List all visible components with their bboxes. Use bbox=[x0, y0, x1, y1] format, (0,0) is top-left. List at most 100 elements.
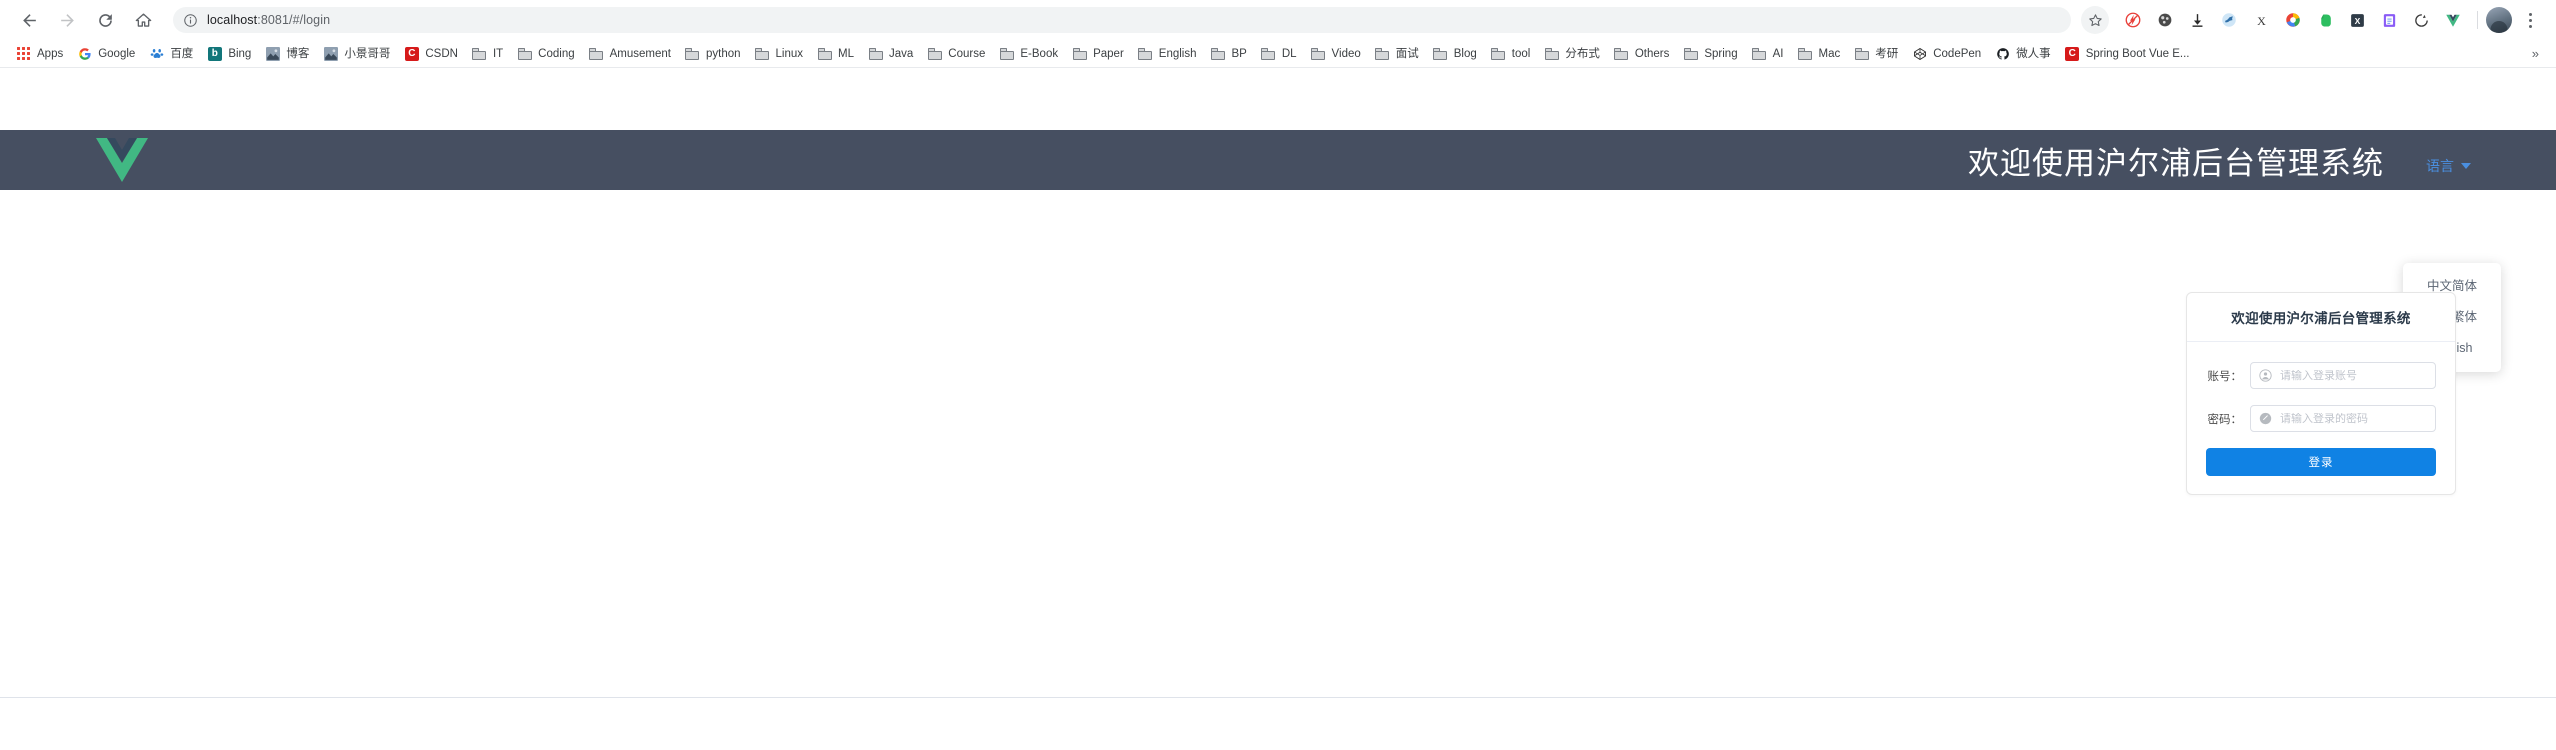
bookmark-folder-ai[interactable]: AI bbox=[1745, 43, 1791, 65]
extension-icons: X X bbox=[2081, 4, 2544, 36]
bird-extension-icon[interactable] bbox=[2213, 4, 2245, 36]
bookmark-label: CSDN bbox=[425, 47, 458, 60]
csdn-icon: C bbox=[404, 46, 419, 61]
bookmark-baidu[interactable]: 百度 bbox=[142, 43, 200, 65]
bookmark-folder-spring[interactable]: Spring bbox=[1676, 43, 1744, 65]
download-icon[interactable] bbox=[2181, 4, 2213, 36]
folder-icon bbox=[1491, 46, 1506, 61]
bookmark-folder-ebook[interactable]: E-Book bbox=[992, 43, 1065, 65]
folder-icon bbox=[517, 46, 532, 61]
svg-text:X: X bbox=[2257, 13, 2266, 27]
bookmark-folder-mac[interactable]: Mac bbox=[1790, 43, 1847, 65]
flash-block-icon[interactable] bbox=[2117, 4, 2149, 36]
folder-icon bbox=[1072, 46, 1087, 61]
bookmark-label: Bing bbox=[228, 47, 252, 60]
password-row: 密码： bbox=[2206, 405, 2436, 432]
folder-icon bbox=[1311, 46, 1326, 61]
home-button[interactable] bbox=[126, 3, 160, 37]
account-input[interactable] bbox=[2280, 369, 2427, 382]
sync-extension-icon[interactable] bbox=[2405, 4, 2437, 36]
bookmark-weirenshi[interactable]: 微人事 bbox=[1988, 43, 2058, 65]
bookmark-folder-it[interactable]: IT bbox=[465, 43, 510, 65]
evernote-icon[interactable] bbox=[2309, 4, 2341, 36]
login-card-title: 欢迎使用沪尔浦后台管理系统 bbox=[2231, 311, 2411, 326]
chrome-menu-button[interactable] bbox=[2516, 6, 2544, 34]
site-info-icon[interactable] bbox=[183, 13, 198, 28]
bookmark-codepen[interactable]: CodePen bbox=[1905, 43, 1988, 65]
bookmark-folder-interview[interactable]: 面试 bbox=[1368, 43, 1426, 65]
bookmark-folder-paper[interactable]: Paper bbox=[1065, 43, 1131, 65]
photo-icon bbox=[265, 46, 280, 61]
folder-icon bbox=[927, 46, 942, 61]
avatar[interactable] bbox=[2486, 7, 2512, 33]
color-ring-extension-icon[interactable] bbox=[2277, 4, 2309, 36]
bookmark-label: DL bbox=[1281, 47, 1297, 60]
bookmark-folder-bp[interactable]: BP bbox=[1204, 43, 1254, 65]
password-label: 密码： bbox=[2207, 413, 2243, 426]
bookmark-folder-kaoyan[interactable]: 考研 bbox=[1847, 43, 1905, 65]
bookmarks-overflow-button[interactable]: » bbox=[2524, 46, 2547, 61]
bookmark-folder-java[interactable]: Java bbox=[861, 43, 920, 65]
address-bar[interactable]: localhost:8081/#/login bbox=[173, 7, 2071, 33]
language-trigger-label: 语言 bbox=[2426, 157, 2454, 174]
bookmark-folder-coding[interactable]: Coding bbox=[510, 43, 581, 65]
password-input-wrapper[interactable] bbox=[2250, 405, 2436, 432]
bookmark-folder-dl[interactable]: DL bbox=[1254, 43, 1304, 65]
bookmark-label: 小景哥哥 bbox=[344, 47, 391, 60]
bookmark-folder-amusement[interactable]: Amusement bbox=[582, 43, 678, 65]
bookmark-folder-python[interactable]: python bbox=[678, 43, 748, 65]
baidu-icon bbox=[149, 46, 164, 61]
bookmark-label: Apps bbox=[37, 47, 64, 60]
bookmark-label: Coding bbox=[538, 47, 575, 60]
forward-button[interactable] bbox=[50, 3, 84, 37]
account-input-wrapper[interactable] bbox=[2250, 362, 2436, 389]
language-dropdown-trigger[interactable]: 语言 bbox=[2426, 156, 2471, 176]
bookmark-label: python bbox=[705, 47, 741, 60]
x-extension-icon[interactable]: X bbox=[2245, 4, 2277, 36]
bookmark-folder-distributed[interactable]: 分布式 bbox=[1537, 43, 1607, 65]
login-button[interactable]: 登录 bbox=[2206, 448, 2436, 476]
bookmark-folder-linux[interactable]: Linux bbox=[748, 43, 811, 65]
bookmark-folder-ml[interactable]: ML bbox=[810, 43, 861, 65]
bookmark-csdn[interactable]: C CSDN bbox=[397, 43, 465, 65]
account-label: 账号： bbox=[2207, 370, 2243, 383]
bookmark-label: BP bbox=[1231, 47, 1247, 60]
bookmark-label: E-Book bbox=[1020, 47, 1059, 60]
bookmark-bing[interactable]: b Bing bbox=[200, 43, 258, 65]
folder-icon bbox=[1854, 46, 1869, 61]
bookmark-folder-english[interactable]: English bbox=[1131, 43, 1204, 65]
notes-extension-icon[interactable] bbox=[2373, 4, 2405, 36]
page-divider bbox=[0, 697, 2556, 698]
bookmark-label: Spring bbox=[1704, 47, 1738, 60]
bookmark-folder-others[interactable]: Others bbox=[1607, 43, 1677, 65]
folder-icon bbox=[1138, 46, 1153, 61]
bookmark-apps[interactable]: Apps bbox=[9, 43, 70, 65]
bookmark-xiaojing[interactable]: 小景哥哥 bbox=[316, 43, 397, 65]
bookmark-label: Amusement bbox=[609, 47, 671, 60]
bookmark-folder-blog[interactable]: Blog bbox=[1426, 43, 1484, 65]
reload-button[interactable] bbox=[88, 3, 122, 37]
bookmark-folder-tool[interactable]: tool bbox=[1484, 43, 1538, 65]
password-input[interactable] bbox=[2280, 412, 2427, 425]
bookmark-folder-video[interactable]: Video bbox=[1304, 43, 1368, 65]
folder-icon bbox=[1544, 46, 1559, 61]
bookmark-label: 分布式 bbox=[1565, 47, 1600, 60]
bookmark-label: tool bbox=[1511, 47, 1531, 60]
folder-icon bbox=[1211, 46, 1226, 61]
video-downloader-icon[interactable] bbox=[2149, 4, 2181, 36]
vue-devtools-icon[interactable] bbox=[2437, 4, 2469, 36]
bookmark-star-icon[interactable] bbox=[2081, 6, 2109, 34]
folder-icon bbox=[1683, 46, 1698, 61]
back-button[interactable] bbox=[12, 3, 46, 37]
vue-logo bbox=[94, 136, 150, 184]
bookmark-springboot-vue[interactable]: C Spring Boot Vue E... bbox=[2058, 43, 2197, 65]
x-dark-extension-icon[interactable]: X bbox=[2341, 4, 2373, 36]
bookmark-folder-course[interactable]: Course bbox=[920, 43, 992, 65]
app-page: 欢迎使用沪尔浦后台管理系统 语言 中文简体 中文繁体 English 欢迎使用沪… bbox=[0, 69, 2556, 750]
bing-badge: b bbox=[207, 46, 222, 61]
login-card-header: 欢迎使用沪尔浦后台管理系统 bbox=[2187, 293, 2455, 342]
bookmark-blog-photo[interactable]: 博客 bbox=[258, 43, 316, 65]
folder-icon bbox=[817, 46, 832, 61]
bookmark-google[interactable]: Google bbox=[70, 43, 142, 65]
bookmark-label: 考研 bbox=[1875, 47, 1899, 60]
